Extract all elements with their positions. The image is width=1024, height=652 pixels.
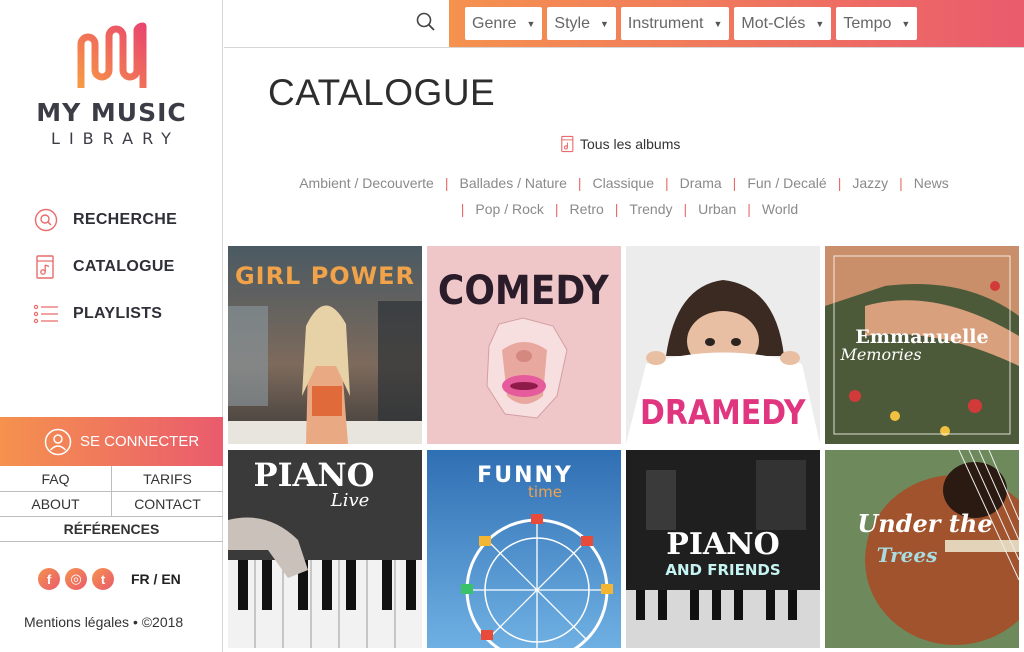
genre-link[interactable]: Urban: [698, 201, 736, 217]
filter-label: Tempo: [843, 14, 892, 32]
album-subtitle: Memories: [839, 345, 921, 364]
legal-notice[interactable]: Mentions légales • ©2018: [24, 614, 183, 630]
search-icon[interactable]: [414, 10, 438, 34]
social-bar: f ◎ t FR / EN: [38, 568, 181, 590]
connect-button[interactable]: SE CONNECTER: [0, 417, 223, 466]
nav-item-catalogue[interactable]: CATALOGUE: [32, 253, 175, 281]
album-grid: GIRL POWER COMEDY DRAMEDY Emmanuelle Mem…: [228, 246, 1020, 650]
sidebar: MY MUSIC LIBRARY RECHERCHE CATALOGUE PLA…: [0, 0, 223, 652]
album-card-girl-power[interactable]: GIRL POWER: [228, 246, 422, 444]
nav-item-playlists[interactable]: PLAYLISTS: [32, 300, 162, 328]
album-title: PIANO: [666, 527, 779, 562]
genre-link[interactable]: Jazzy: [852, 175, 888, 191]
filter-label: Instrument: [627, 14, 704, 32]
genre-row: | Pop / Rock | Retro | Trendy | Urban | World: [224, 201, 1024, 217]
caret-down-icon: ▼: [901, 18, 911, 29]
language-switch[interactable]: FR / EN: [131, 571, 181, 587]
genre-link[interactable]: World: [762, 201, 798, 217]
separator: |: [554, 201, 559, 217]
nav-item-recherche[interactable]: RECHERCHE: [32, 206, 177, 234]
separator: |: [732, 175, 737, 191]
filter-label: Genre: [472, 14, 517, 32]
nav-label: RECHERCHE: [73, 211, 178, 228]
album-title: Under the: [857, 509, 992, 538]
genre-link[interactable]: Ballades / Nature: [459, 175, 566, 191]
facebook-icon[interactable]: f: [38, 568, 60, 590]
album-title: PIANO: [254, 456, 375, 494]
filter-bar: Genre ▼ Style ▼ Instrument ▼ Mot-Clés ▼ Temp…: [449, 0, 1024, 47]
separator: |: [577, 175, 582, 191]
filter-mot-cles[interactable]: Mot-Clés ▼: [734, 7, 832, 40]
filter-tempo[interactable]: Tempo ▼: [836, 7, 918, 40]
separator: |: [665, 175, 669, 191]
album-card-comedy[interactable]: COMEDY: [427, 246, 621, 444]
filter-genre[interactable]: Genre ▼: [465, 7, 543, 40]
genre-link[interactable]: Drama: [680, 175, 722, 191]
genre-link[interactable]: Classique: [593, 175, 654, 191]
album-title: COMEDY: [438, 267, 609, 313]
separator: |: [837, 175, 842, 191]
top-bar: Genre ▼ Style ▼ Instrument ▼ Mot-Clés ▼ Temp…: [224, 0, 1024, 48]
genre-link[interactable]: Trendy: [629, 201, 672, 217]
list-icon: [32, 300, 60, 328]
genre-link[interactable]: News: [914, 175, 949, 191]
logo[interactable]: MY MUSIC LIBRARY: [0, 22, 223, 148]
separator: |: [683, 201, 688, 217]
album-subtitle: AND FRIENDS: [665, 561, 780, 579]
album-title: GIRL POWER: [235, 262, 415, 290]
search-circle-icon: [32, 206, 60, 234]
separator: |: [747, 201, 751, 217]
twitter-icon[interactable]: t: [92, 568, 114, 590]
genre-link[interactable]: Pop / Rock: [475, 201, 543, 217]
footer-links: FAQ TARIFS ABOUT CONTACT RÉFÉRENCES: [0, 466, 223, 542]
instagram-icon[interactable]: ◎: [65, 568, 87, 590]
caret-down-icon: ▼: [815, 18, 825, 29]
caret-down-icon: ▼: [599, 18, 609, 29]
page-title: CATALOGUE: [268, 72, 496, 113]
album-card-dramedy[interactable]: DRAMEDY: [626, 246, 820, 444]
contact-link[interactable]: CONTACT: [111, 492, 223, 516]
separator: |: [899, 175, 903, 191]
separator: |: [444, 175, 449, 191]
album-subtitle: time: [528, 483, 562, 501]
album-card-piano-and-friends[interactable]: PIANO AND FRIENDS: [626, 450, 820, 648]
separator: |: [614, 201, 619, 217]
album-card-under-the-trees[interactable]: Under the Trees: [825, 450, 1019, 648]
genre-link[interactable]: Ambient / Decouverte: [299, 175, 434, 191]
all-albums-link[interactable]: Tous les albums: [560, 135, 680, 153]
filter-instrument[interactable]: Instrument ▼: [620, 7, 730, 40]
filter-style[interactable]: Style ▼: [547, 7, 616, 40]
album-card-emmanuelle[interactable]: Emmanuelle Memories: [825, 246, 1019, 444]
connect-label: SE CONNECTER: [80, 433, 200, 450]
album-card-piano-live[interactable]: PIANO Live: [228, 450, 422, 648]
brand-title: MY MUSIC: [36, 98, 187, 127]
faq-link[interactable]: FAQ: [0, 466, 111, 491]
user-circle-icon: [44, 428, 72, 455]
logo-wave-icon: [77, 22, 146, 88]
brand-subtitle: LIBRARY: [51, 129, 180, 148]
music-file-icon: [32, 253, 60, 281]
filter-label: Style: [554, 14, 590, 32]
album-subtitle: Live: [330, 490, 370, 511]
genre-link[interactable]: Fun / Decalé: [747, 175, 826, 191]
tarifs-link[interactable]: TARIFS: [111, 466, 223, 491]
album-subtitle: Trees: [877, 543, 938, 567]
caret-down-icon: ▼: [713, 18, 723, 29]
album-card-funny-time[interactable]: FUNNY time: [427, 450, 621, 648]
caret-down-icon: ▼: [526, 18, 536, 29]
references-link[interactable]: RÉFÉRENCES: [0, 517, 223, 541]
separator: |: [460, 201, 465, 217]
nav-label: CATALOGUE: [73, 258, 175, 275]
genre-link[interactable]: Retro: [570, 201, 604, 217]
album-title: DRAMEDY: [640, 392, 806, 432]
music-file-icon: [561, 135, 574, 153]
filter-label: Mot-Clés: [741, 14, 806, 32]
genre-row: Ambient / Decouverte | Ballades / Nature | C…: [224, 175, 1024, 191]
about-link[interactable]: ABOUT: [0, 492, 111, 516]
nav-label: PLAYLISTS: [73, 305, 163, 322]
all-albums-label: Tous les albums: [580, 136, 681, 152]
